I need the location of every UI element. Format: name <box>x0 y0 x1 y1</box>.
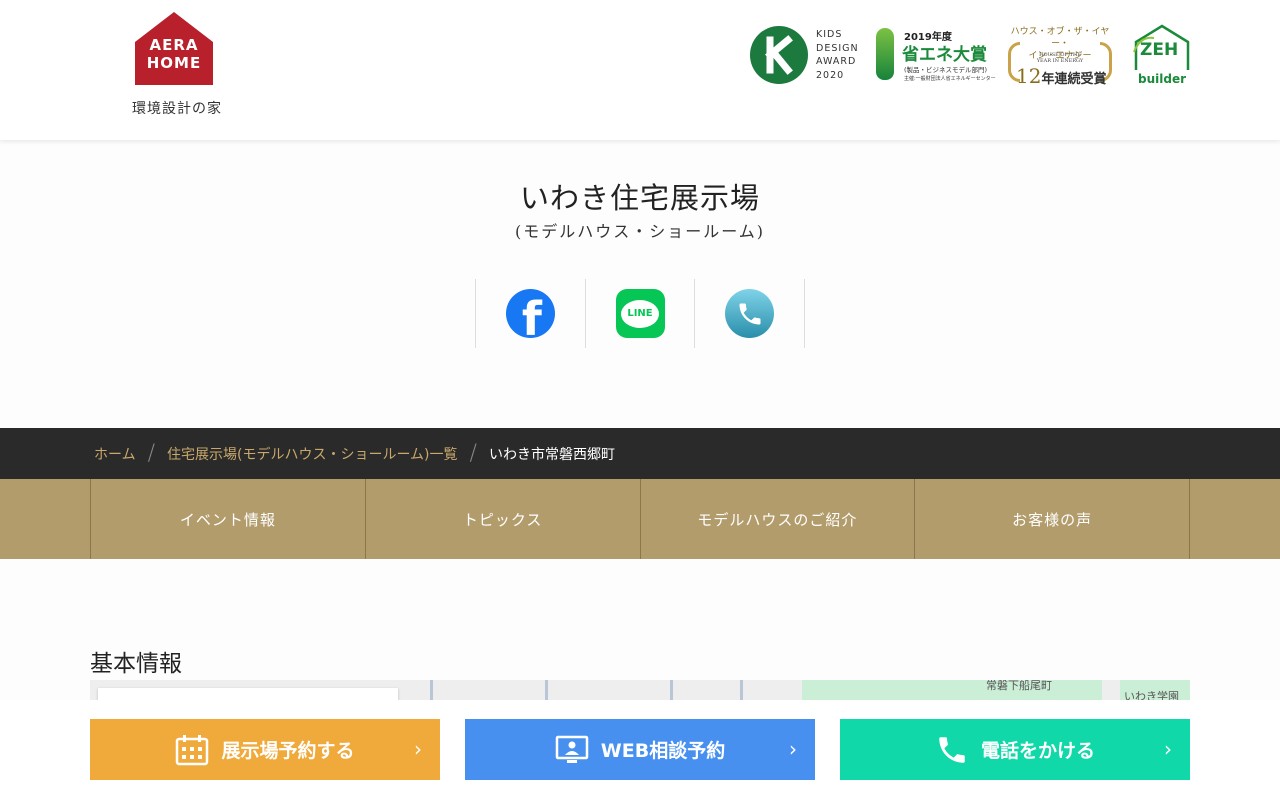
chevron-right-icon: › <box>789 737 797 761</box>
hoy-en: HOUSE OF THE YEAR IN ENERGY <box>1036 52 1084 64</box>
logo-tagline: 環境設計の家 <box>132 101 222 117</box>
kids-line: AWARD <box>816 56 857 67</box>
hoy-suffix: 年連続受賞 <box>1041 72 1107 87</box>
site-header: AERA HOME 環境設計の家 KIDS DESIGN AWARD 2020 … <box>0 0 1280 140</box>
award-org: 主催:一般財団法人省エネルギーセンター <box>904 76 996 82</box>
kids-line: DESIGN <box>816 42 859 54</box>
map-road <box>430 680 433 700</box>
phone-handset-icon <box>935 733 969 767</box>
zeh-builder-badge: ZEH builder <box>1132 24 1192 88</box>
zeh-mark: ZEH <box>1140 40 1179 60</box>
phone-icon <box>725 289 775 338</box>
subnav-model-house[interactable]: モデルハウスのご紹介 <box>641 479 916 559</box>
monitor-person-icon <box>555 735 589 765</box>
call-button[interactable]: 電話をかける › <box>840 719 1190 780</box>
leaf-icon <box>876 28 894 80</box>
breadcrumb-separator: / <box>469 441 477 466</box>
web-consultation-label: WEB相談予約 <box>600 740 726 762</box>
aera-home-logo[interactable]: AERA HOME 環境設計の家 <box>122 12 232 122</box>
kids-line: 2020 <box>816 69 845 81</box>
kids-design-award-badge: KIDS DESIGN AWARD 2020 <box>750 24 860 88</box>
line-link[interactable]: LINE <box>586 279 696 348</box>
facebook-link[interactable]: f <box>476 279 586 348</box>
map-info-card <box>98 688 398 700</box>
reserve-showroom-label: 展示場予約する <box>221 740 355 762</box>
chevron-right-icon: › <box>1164 737 1172 761</box>
section-title: 基本情報 <box>90 651 182 677</box>
breadcrumb-home-link[interactable]: ホーム <box>94 444 136 464</box>
facebook-icon: f <box>505 289 555 342</box>
breadcrumb-separator: / <box>147 441 156 466</box>
map-label: いわき学園 <box>1124 690 1179 700</box>
subnav-events[interactable]: イベント情報 <box>91 479 366 559</box>
hoy-count: 12 <box>1016 64 1042 88</box>
zeh-label: builder <box>1138 72 1187 86</box>
breadcrumb: ホーム / 住宅展示場(モデルハウス・ショールーム)一覧 / いわき市常磐西郷町 <box>0 428 1280 479</box>
page-title: いわき住宅展示場 <box>519 181 760 215</box>
cta-bar: 展示場予約する › WEB相談予約 › 電話をかける › <box>0 700 1280 800</box>
line-icon-label: LINE <box>621 299 659 328</box>
line-icon: LINE <box>615 289 665 338</box>
subnav-customer-voice[interactable]: お客様の声 <box>915 479 1190 559</box>
phone-link[interactable] <box>695 279 806 348</box>
chevron-right-icon: › <box>414 737 422 761</box>
web-consultation-button[interactable]: WEB相談予約 › <box>465 719 815 780</box>
award-category: (製品・ビジネスモデル部門) <box>904 66 988 74</box>
house-of-the-year-badge: ハウス・オブ・ザ・イヤー・ イン・エナジー HOUSE OF THE YEAR … <box>1004 24 1116 88</box>
map-road <box>740 680 743 700</box>
reserve-showroom-button[interactable]: 展示場予約する › <box>90 719 440 780</box>
logo-wordmark: AERA HOME <box>140 36 208 72</box>
social-links: f LINE <box>475 279 806 348</box>
breadcrumb-current: いわき市常磐西郷町 <box>488 446 615 463</box>
map-park-area <box>802 680 1102 700</box>
hoy-title1: ハウス・オブ・ザ・イヤー・ <box>1010 27 1110 49</box>
kids-line: KIDS <box>816 29 843 40</box>
award-name: 省エネ大賞 <box>902 45 987 65</box>
kids-design-k-icon <box>750 26 808 84</box>
map-label: 常磐下船尾町 <box>986 680 1052 692</box>
map-road <box>545 680 548 700</box>
energy-saving-award-badge: 2019年度 省エネ大賞 (製品・ビジネスモデル部門) 主催:一般財団法人省エネ… <box>874 24 996 88</box>
subnav-topics[interactable]: トピックス <box>366 479 641 559</box>
hoy-count-line: 12年連続受賞 <box>1016 64 1106 88</box>
location-map[interactable]: 常磐下船尾町 いわき学園 <box>90 680 1190 700</box>
call-label: 電話をかける <box>980 740 1095 762</box>
map-road <box>670 680 673 700</box>
breadcrumb-list-link[interactable]: 住宅展示場(モデルハウス・ショールーム)一覧 <box>167 444 458 464</box>
calendar-icon <box>175 734 209 766</box>
logo-line2: HOME <box>146 54 202 72</box>
showroom-subnav: イベント情報 トピックス モデルハウスのご紹介 お客様の声 <box>0 479 1280 559</box>
page-subtitle: (モデルハウス・ショールーム) <box>514 222 765 241</box>
logo-line1: AERA <box>149 36 199 54</box>
